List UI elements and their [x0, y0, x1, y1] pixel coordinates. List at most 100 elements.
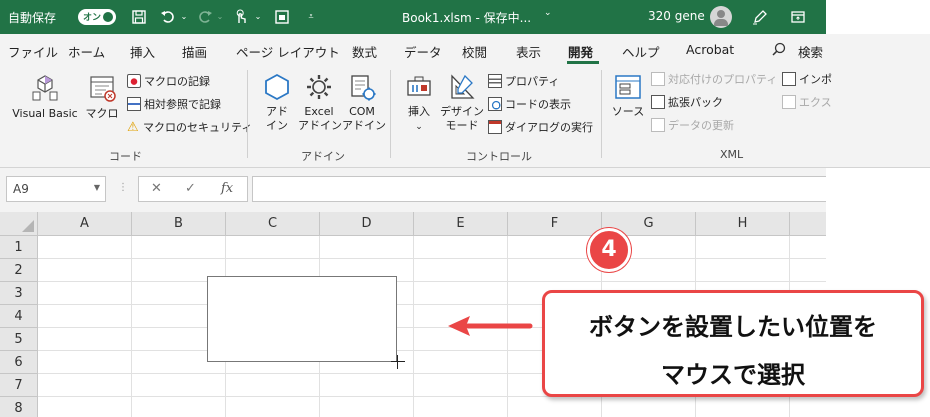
row-header-3[interactable]: 3: [0, 282, 38, 305]
undo-icon[interactable]: [160, 9, 176, 25]
xml-group-label: XML: [720, 148, 744, 161]
formula-input[interactable]: [252, 176, 826, 202]
addins-group-label: アドイン: [301, 150, 345, 163]
map-properties-icon: [651, 72, 665, 86]
column-header-a[interactable]: A: [38, 212, 132, 236]
excel-addins-label-1: Excel: [304, 105, 334, 118]
row-header-5[interactable]: 5: [0, 328, 38, 351]
design-mode-label-1: デザイン: [440, 105, 484, 118]
insert-control-label: 挿入: [408, 105, 430, 118]
refresh-data-icon: [651, 118, 665, 132]
instruction-line-1: ボタンを設置したい位置を: [589, 313, 877, 341]
xml-source-icon: [615, 75, 641, 99]
tab-acrobat[interactable]: Acrobat: [686, 42, 734, 57]
tab-home[interactable]: ホーム: [68, 42, 105, 61]
tab-file[interactable]: ファイル: [8, 42, 58, 61]
import-icon: [782, 72, 796, 86]
xml-source-button[interactable]: ソース: [610, 72, 646, 119]
row-header-6[interactable]: 6: [0, 351, 38, 374]
save-icon[interactable]: [131, 9, 147, 25]
xml-source-label: ソース: [611, 105, 645, 118]
relative-reference-button[interactable]: 相対参照で記録: [127, 97, 221, 113]
addins-label-2: イン: [266, 119, 288, 132]
relative-reference-icon: [127, 97, 141, 111]
instruction-line-2: マウスで選択: [661, 361, 805, 389]
drawn-button-area[interactable]: [207, 276, 397, 362]
column-header-d[interactable]: D: [320, 212, 414, 236]
column-header-h[interactable]: H: [696, 212, 790, 236]
macro-security-label: マクロのセキュリティ: [143, 121, 253, 134]
touch-mode-icon[interactable]: [233, 9, 249, 25]
tab-review[interactable]: 校閲: [462, 42, 487, 61]
expansion-packs-button[interactable]: 拡張パック: [651, 95, 723, 111]
refresh-data-label: データの更新: [668, 119, 734, 132]
pen-icon[interactable]: [752, 9, 768, 25]
search-label[interactable]: 検索: [798, 42, 823, 61]
code-group-label: コード: [109, 150, 142, 163]
macro-icon: [90, 76, 116, 102]
row-header-4[interactable]: 4: [0, 305, 38, 328]
run-dialog-button[interactable]: ダイアログの実行: [488, 120, 593, 136]
insert-control-button[interactable]: 挿入 ⌄: [400, 72, 438, 134]
xml-import-label: インポ: [799, 73, 832, 86]
group-separator: [247, 70, 248, 158]
column-header-e[interactable]: E: [414, 212, 508, 236]
design-mode-button[interactable]: デザイン モード: [440, 72, 484, 133]
tab-insert[interactable]: 挿入: [130, 42, 155, 61]
user-name[interactable]: 320 gene: [648, 9, 705, 23]
record-macro-button[interactable]: マクロの記録: [127, 74, 210, 90]
macro-security-button[interactable]: ⚠ マクロのセキュリティ: [127, 120, 252, 136]
cancel-icon[interactable]: ✕: [151, 181, 162, 196]
tab-formulas[interactable]: 数式: [352, 42, 377, 61]
properties-label: プロパティ: [505, 75, 560, 88]
avatar[interactable]: [710, 6, 732, 28]
tab-view[interactable]: 表示: [516, 42, 541, 61]
row-header-7[interactable]: 7: [0, 374, 38, 397]
expansion-packs-label: 拡張パック: [668, 96, 723, 109]
tab-draw[interactable]: 描画: [182, 42, 207, 61]
visual-basic-label: Visual Basic: [12, 107, 78, 120]
column-header-b[interactable]: B: [132, 212, 226, 236]
view-code-button[interactable]: コードの表示: [488, 97, 571, 113]
addins-button[interactable]: アド イン: [258, 72, 296, 133]
autosave-label: 自動保存: [8, 11, 57, 25]
tab-page-layout[interactable]: ページ レイアウト: [236, 42, 340, 61]
column-header-c[interactable]: C: [226, 212, 320, 236]
run-dialog-label: ダイアログの実行: [505, 121, 593, 134]
search-icon[interactable]: [772, 42, 786, 59]
touch-dropdown-icon[interactable]: ⌄: [250, 9, 266, 25]
name-box[interactable]: A9 ▼: [6, 176, 106, 202]
row-header-2[interactable]: 2: [0, 259, 38, 282]
view-code-label: コードの表示: [505, 98, 571, 111]
row-header-1[interactable]: 1: [0, 236, 38, 259]
ribbon-display-icon[interactable]: [790, 9, 806, 25]
autosave-toggle[interactable]: オン: [78, 9, 116, 25]
select-all-button[interactable]: [0, 212, 38, 236]
customize-icon[interactable]: ⩡: [303, 9, 319, 25]
title-bar: 自動保存 オン ⌄ ⌄ ⌄ ⩡ Book1.xlsm - 保存中... ⌄ 32…: [0, 0, 826, 34]
visual-basic-icon: [32, 75, 58, 101]
column-header-f[interactable]: F: [508, 212, 602, 236]
enter-icon[interactable]: ✓: [185, 181, 196, 196]
column-header-i[interactable]: [790, 212, 826, 236]
crosshair-cursor-icon: [391, 355, 405, 369]
form-icon[interactable]: [274, 9, 290, 25]
com-addins-button[interactable]: COM アドイン: [342, 72, 386, 133]
file-title-caret[interactable]: ⌄: [544, 8, 552, 18]
excel-addins-button[interactable]: Excel アドイン: [298, 72, 342, 133]
tab-help[interactable]: ヘルプ: [622, 42, 660, 61]
group-separator: [601, 70, 602, 158]
insert-function-icon[interactable]: fx: [221, 181, 233, 196]
visual-basic-button[interactable]: Visual Basic: [10, 72, 80, 121]
properties-button[interactable]: プロパティ: [488, 74, 559, 90]
name-box-dropdown-icon[interactable]: ▼: [94, 183, 100, 192]
tab-data[interactable]: データ: [404, 42, 442, 61]
undo-dropdown-icon[interactable]: ⌄: [176, 9, 192, 25]
row-header-8[interactable]: 8: [0, 397, 38, 417]
tab-developer[interactable]: 開発: [568, 42, 593, 61]
xml-import-button[interactable]: インポ: [782, 72, 832, 88]
view-code-icon: [488, 97, 502, 111]
macro-button[interactable]: マクロ: [84, 72, 120, 121]
design-mode-icon: [451, 74, 475, 99]
ribbon-tabs: ファイル ホーム 挿入 描画 ページ レイアウト 数式 データ 校閲 表示 開発…: [0, 34, 930, 64]
